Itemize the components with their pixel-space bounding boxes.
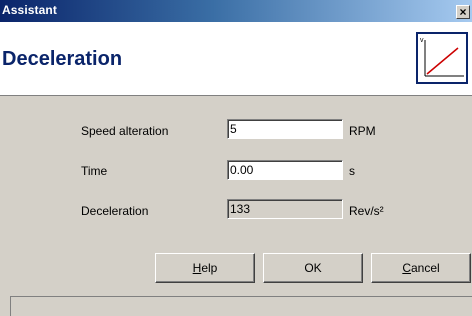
close-button[interactable]: × [456,5,470,19]
cancel-label-rest: ancel [410,261,440,275]
cancel-mnemonic: C [402,261,411,275]
speed-ramp-graph-icon: v [416,32,468,84]
status-bar [10,296,472,316]
graph-axis-label: v [420,37,424,44]
deceleration-value-field [227,199,343,219]
help-button[interactable]: Help [155,253,255,283]
ok-label: OK [304,261,322,275]
deceleration-unit: Rev/s² [349,204,384,218]
speed-alteration-unit: RPM [349,124,376,138]
time-unit: s [349,164,355,178]
time-input[interactable] [227,160,343,180]
time-label: Time [81,164,108,178]
ok-button[interactable]: OK [263,253,363,283]
speed-alteration-label: Speed alteration [81,124,169,138]
close-icon: × [459,5,467,19]
help-label-rest: elp [201,261,218,275]
dialog-header: Deceleration v [0,22,472,96]
cancel-button[interactable]: Cancel [371,253,471,283]
page-title: Deceleration [2,48,123,70]
speed-alteration-input[interactable] [227,119,343,139]
deceleration-label: Deceleration [81,204,149,218]
window-title: Assistant [2,3,57,17]
title-bar: Assistant × [0,0,472,22]
